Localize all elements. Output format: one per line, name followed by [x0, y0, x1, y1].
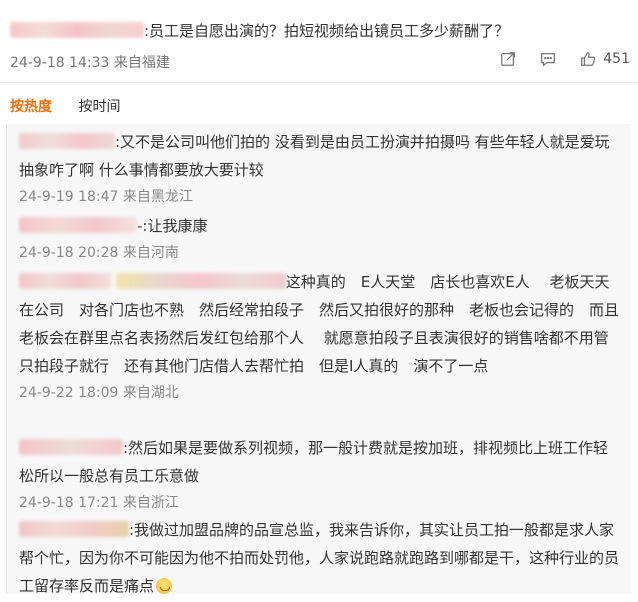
top-comment-meta: 24-9-18 14:33 来自福建 451	[10, 50, 630, 74]
like-icon	[581, 52, 596, 66]
reply-content: :又不是公司叫他们拍的 没看到是由员工扮演并拍摄吗 有些年轻人就是爱玩抽象咋了啊…	[19, 128, 619, 184]
reply-meta: 24-9-18 17:21 来自浙江	[19, 495, 179, 511]
top-comment-date: 24-9-18 14:33 来自福建	[10, 55, 170, 71]
reply-content: :然后如果是要做系列视频，那一般计费就是按加班，排视频比上班工作轻松所以一般总有…	[19, 434, 619, 490]
reply-content: -:让我康康	[19, 212, 619, 240]
top-comment: :员工是自愿出演的？拍短视频给出镜员工多少薪酬了？ 24-9-18 14:33 …	[10, 20, 630, 71]
replies-list: :又不是公司叫他们拍的 没看到是由员工扮演并拍摄吗 有些年轻人就是爱玩抽象咋了啊…	[6, 124, 631, 595]
top-comment-text: :员工是自愿出演的？拍短视频给出镜员工多少薪酬了？	[144, 22, 510, 40]
reply-content: 这种真的 E人天堂 店长也喜欢E人 老板天天在公司 对各门店也不熟 然后经常拍段…	[19, 268, 619, 380]
reply-text: -:让我康康	[137, 217, 208, 235]
comment-button[interactable]	[539, 50, 557, 68]
username-blurred[interactable]	[10, 22, 144, 38]
username-blurred[interactable]	[19, 217, 137, 233]
username-blurred[interactable]	[115, 273, 286, 289]
reply-item: 这种真的 E人天堂 店长也喜欢E人 老板天天在公司 对各门店也不熟 然后经常拍段…	[19, 268, 619, 406]
like-button[interactable]: 451	[579, 50, 630, 68]
share-button[interactable]	[499, 50, 517, 68]
username-blurred[interactable]	[19, 133, 115, 149]
reply-meta: 24-9-18 20:28 来自河南	[19, 245, 179, 261]
sweat-smile-emoji-icon	[156, 578, 173, 594]
share-icon	[501, 52, 516, 66]
reply-item: -:让我康康 24-9-18 20:28 来自河南	[19, 212, 619, 266]
like-count: 451	[603, 51, 630, 67]
reply-meta: 24-9-19 18:47 来自黑龙江	[19, 189, 193, 205]
sort-tabs: 按热度 按时间	[10, 96, 142, 116]
reply-item: :我做过加盟品牌的品宣总监，我来告诉你，其实让员工拍一般都是求人家帮个忙，因为你…	[19, 516, 619, 600]
username-blurred[interactable]	[19, 273, 111, 289]
tab-sort-by-hot[interactable]: 按热度	[10, 96, 52, 116]
tab-sort-by-time[interactable]: 按时间	[78, 96, 120, 116]
reply-meta: 24-9-22 18:09 来自湖北	[19, 385, 179, 401]
username-blurred[interactable]	[19, 521, 129, 537]
top-comment-line: :员工是自愿出演的？拍短视频给出镜员工多少薪酬了？	[10, 20, 630, 42]
comment-thread: :员工是自愿出演的？拍短视频给出镜员工多少薪酬了？ 24-9-18 14:33 …	[0, 0, 638, 602]
reply-content: :我做过加盟品牌的品宣总监，我来告诉你，其实让员工拍一般都是求人家帮个忙，因为你…	[19, 516, 619, 600]
divider	[0, 82, 638, 83]
comment-icon	[541, 52, 556, 67]
reply-item: :然后如果是要做系列视频，那一般计费就是按加班，排视频比上班工作轻松所以一般总有…	[19, 434, 619, 516]
username-blurred[interactable]	[19, 439, 123, 455]
comment-actions: 451	[499, 50, 630, 68]
reply-item: :又不是公司叫他们拍的 没看到是由员工扮演并拍摄吗 有些年轻人就是爱玩抽象咋了啊…	[19, 128, 619, 210]
